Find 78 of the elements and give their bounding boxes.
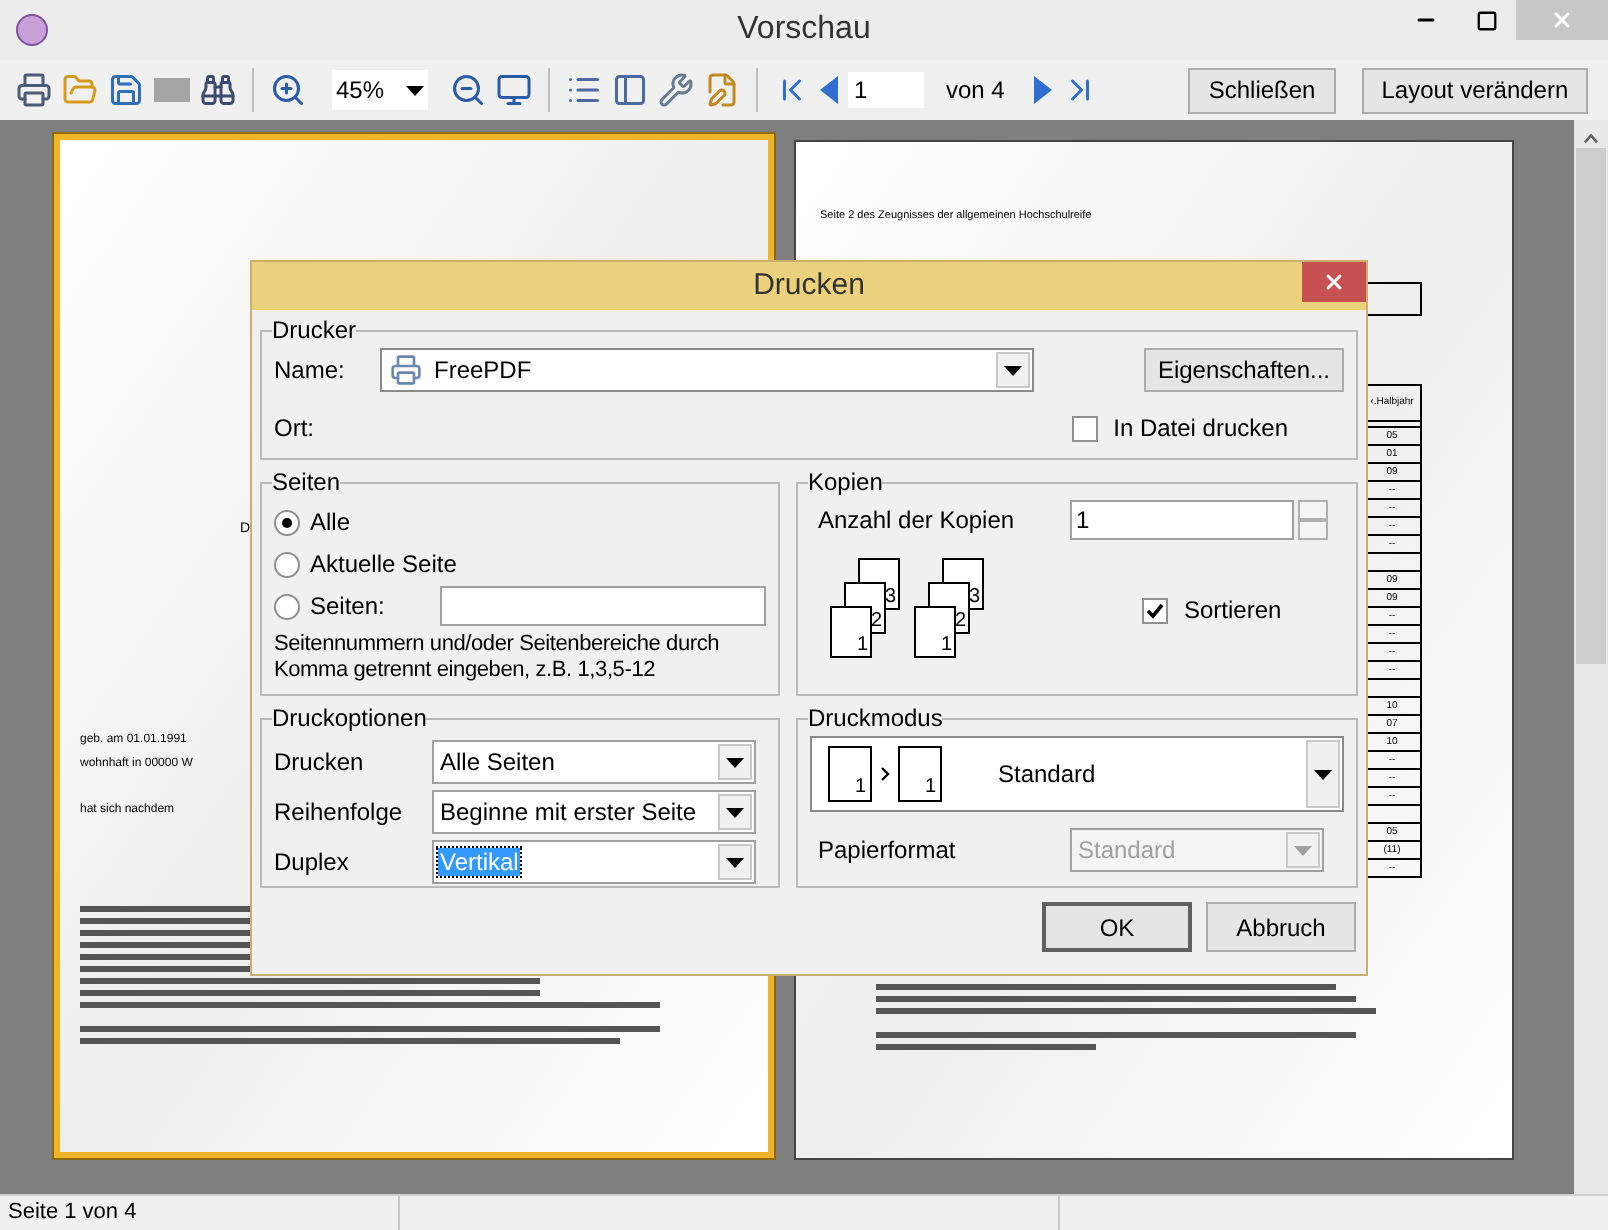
caret-icon — [1294, 845, 1312, 855]
page-field[interactable]: 1 — [848, 72, 924, 108]
option-combo[interactable]: Beginne mit erster Seite — [432, 790, 756, 834]
name-label: Name: — [274, 354, 347, 388]
combo-value: Beginne mit erster Seite — [438, 798, 699, 826]
print-mode-combo[interactable]: 1 1 Standard — [810, 736, 1344, 812]
combo-value: Standard — [1076, 836, 1178, 864]
close-icon — [1322, 270, 1346, 294]
cancel-button[interactable]: Abbruch — [1206, 902, 1356, 952]
option-label: Reihenfolge — [274, 796, 405, 830]
radio-button[interactable] — [274, 509, 300, 535]
option-label: Drucken — [274, 746, 366, 780]
zoom-out-button[interactable] — [450, 72, 486, 108]
edit-button[interactable] — [704, 72, 740, 108]
radio-label: Aktuelle Seite — [310, 548, 457, 582]
radio-button[interactable] — [274, 593, 300, 619]
page-count: von 4 — [946, 74, 1005, 108]
print-mode-value: Standard — [998, 758, 1098, 792]
checkbox[interactable] — [1142, 597, 1168, 623]
pages-hint: Seitennummern und/oder Seitenbereiche durch Komma getrennt eingeben, z.B. 1,3,5-12 — [274, 632, 722, 684]
printer-icon — [390, 354, 422, 386]
scroll-up-icon[interactable] — [1582, 132, 1600, 144]
ok-button[interactable]: OK — [1042, 902, 1192, 952]
pages-field[interactable] — [440, 586, 766, 626]
caret-icon — [1004, 365, 1022, 375]
previous-icon — [820, 76, 838, 104]
page-icon: 1 — [828, 746, 872, 802]
change-layout-button[interactable]: Layout verändern — [1361, 67, 1589, 113]
combo-value: Vertikal — [438, 848, 521, 876]
printer-combo[interactable]: FreePDF — [380, 348, 1034, 392]
disabled-tool-icon — [154, 78, 190, 102]
save-button[interactable] — [108, 72, 144, 108]
next-icon — [1034, 76, 1053, 104]
option-label: Duplex — [274, 846, 351, 880]
wrench-button[interactable] — [658, 72, 694, 108]
caret-icon — [406, 85, 424, 95]
checkbox[interactable] — [1071, 415, 1098, 441]
checkbox-label: Sortieren — [1184, 594, 1282, 628]
caret-icon — [726, 757, 744, 767]
zoom-value: 45% — [336, 74, 385, 108]
search-button[interactable] — [200, 72, 236, 108]
copies-value: 1 — [1076, 504, 1090, 538]
page-icon: 1 — [898, 746, 942, 802]
location-label: Ort: — [274, 412, 314, 446]
group-title: Druckoptionen — [272, 704, 427, 732]
group-title: Drucker — [272, 316, 357, 344]
window-title: Vorschau — [737, 10, 871, 50]
caret-icon — [1314, 769, 1332, 779]
status-text: Seite 1 von 4 — [0, 1196, 400, 1230]
fit-page-button[interactable] — [496, 72, 532, 108]
checkbox-label: In Datei drucken — [1113, 412, 1288, 446]
app-logo-icon — [16, 14, 48, 46]
zoom-combo[interactable]: 45% — [332, 70, 428, 110]
close-preview-button[interactable]: Schließen — [1188, 67, 1336, 113]
close-icon — [1550, 8, 1574, 32]
paper-label: Papierformat — [818, 834, 958, 868]
copies-label: Anzahl der Kopien — [818, 504, 1017, 538]
properties-button[interactable]: Eigenschaften... — [1143, 348, 1344, 392]
scrollbar[interactable] — [1574, 120, 1608, 1194]
radio-label: Seiten: — [310, 590, 387, 624]
group-title: Druckmodus — [808, 704, 943, 732]
close-button[interactable] — [1302, 262, 1366, 302]
radio-label: Alle — [310, 506, 351, 540]
group-title: Seiten — [272, 468, 341, 496]
group-title: Kopien — [808, 468, 883, 496]
previous-page-button[interactable] — [820, 76, 838, 104]
print-button[interactable] — [16, 72, 52, 108]
option-combo[interactable]: Alle Seiten — [432, 740, 756, 784]
maximize-icon — [1475, 9, 1497, 31]
layout-button[interactable] — [612, 72, 648, 108]
zoom-in-button[interactable] — [270, 72, 306, 108]
caret-icon — [726, 857, 744, 867]
next-page-button[interactable] — [1034, 76, 1053, 104]
combo-value: Alle Seiten — [438, 748, 557, 776]
radio-button[interactable] — [274, 551, 300, 577]
printer-name: FreePDF — [434, 354, 534, 388]
list-button[interactable] — [566, 72, 602, 108]
caret-icon — [726, 807, 744, 817]
